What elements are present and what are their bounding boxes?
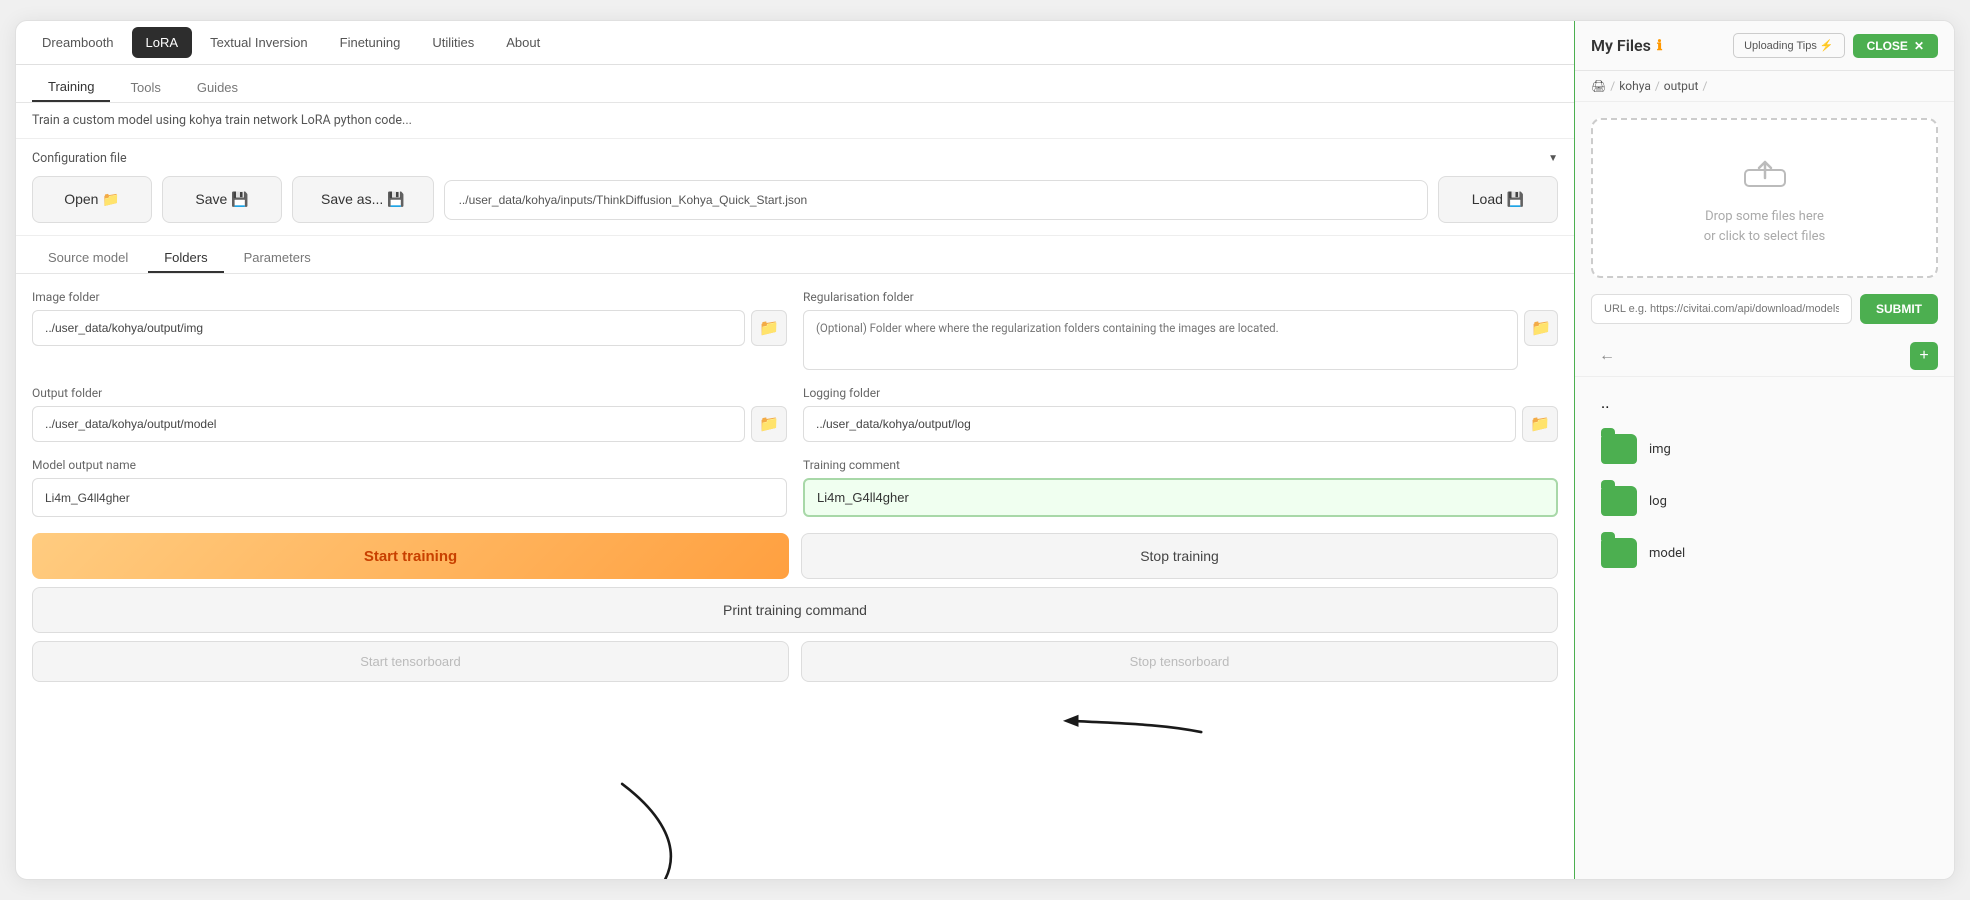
print-command-button[interactable]: Print training command xyxy=(32,587,1558,633)
breadcrumb-output[interactable]: output xyxy=(1664,79,1699,93)
list-item[interactable]: model xyxy=(1591,530,1938,576)
info-icon: ℹ xyxy=(1657,38,1662,54)
open-button[interactable]: Open 📁 xyxy=(32,176,152,223)
save-as-button[interactable]: Save as... 💾 xyxy=(292,176,434,223)
list-item[interactable]: log xyxy=(1591,478,1938,524)
tab-parameters[interactable]: Parameters xyxy=(228,244,327,273)
breadcrumb: 🖨 / kohya / output / xyxy=(1575,71,1954,102)
training-comment-input[interactable] xyxy=(803,478,1558,517)
image-folder-label: Image folder xyxy=(32,290,787,304)
image-folder-item: Image folder 📁 xyxy=(32,290,787,370)
output-folder-input[interactable] xyxy=(32,406,745,442)
new-folder-button[interactable]: + xyxy=(1910,342,1938,370)
folder-icon xyxy=(1601,486,1637,516)
back-button[interactable]: ← xyxy=(1591,343,1623,369)
start-training-button[interactable]: Start training xyxy=(32,533,789,579)
bottom-inputs: Model output name Training comment xyxy=(16,458,1574,533)
training-comment-label: Training comment xyxy=(803,458,1558,472)
action-buttons: Start training Stop training xyxy=(16,533,1574,587)
folder-name-model: model xyxy=(1649,546,1685,561)
image-folder-input[interactable] xyxy=(32,310,745,346)
output-folder-label: Output folder xyxy=(32,386,787,400)
upload-icon xyxy=(1613,150,1916,199)
tab-folders[interactable]: Folders xyxy=(148,244,223,273)
uploading-tips-button[interactable]: Uploading Tips ⚡ xyxy=(1733,33,1845,58)
load-button[interactable]: Load 💾 xyxy=(1438,176,1558,223)
output-folder-item: Output folder 📁 xyxy=(32,386,787,442)
close-button[interactable]: CLOSE ✕ xyxy=(1853,34,1938,58)
model-name-label: Model output name xyxy=(32,458,787,472)
logging-folder-label: Logging folder xyxy=(803,386,1558,400)
image-folder-browse-button[interactable]: 📁 xyxy=(751,310,787,346)
description-text: Train a custom model using kohya train n… xyxy=(16,103,1574,139)
training-comment-item: Training comment xyxy=(803,458,1558,517)
folder-tabs: Source model Folders Parameters xyxy=(16,236,1574,274)
config-path-input[interactable] xyxy=(444,180,1428,220)
folder-grid: Image folder 📁 Regularisation folder 📁 xyxy=(16,274,1574,458)
config-dropdown-arrow[interactable]: ▼ xyxy=(1548,153,1558,164)
folder-name-img: img xyxy=(1649,442,1671,457)
submit-button[interactable]: SUBMIT xyxy=(1860,294,1938,324)
files-title: My Files ℹ xyxy=(1591,36,1662,55)
file-list: .. img log model xyxy=(1575,377,1954,584)
output-folder-browse-button[interactable]: 📁 xyxy=(751,406,787,442)
drop-zone-text: Drop some files here or click to select … xyxy=(1613,207,1916,246)
list-item[interactable]: img xyxy=(1591,426,1938,472)
folder-icon xyxy=(1601,538,1637,568)
folder-name-log: log xyxy=(1649,494,1667,509)
nav-finetuning[interactable]: Finetuning xyxy=(326,27,415,58)
tensorboard-row: Start tensorboard Stop tensorboard xyxy=(16,641,1574,682)
logging-folder-browse-button[interactable]: 📁 xyxy=(1522,406,1558,442)
url-input[interactable] xyxy=(1591,294,1852,324)
stop-training-button[interactable]: Stop training xyxy=(801,533,1558,579)
close-icon: ✕ xyxy=(1914,39,1924,53)
parent-dir-label: .. xyxy=(1601,393,1609,412)
model-name-item: Model output name xyxy=(32,458,787,517)
tab-tools[interactable]: Tools xyxy=(114,73,176,102)
files-header: My Files ℹ Uploading Tips ⚡ CLOSE ✕ xyxy=(1575,21,1954,71)
tab-source-model[interactable]: Source model xyxy=(32,244,144,273)
start-tensorboard-button[interactable]: Start tensorboard xyxy=(32,641,789,682)
files-panel: My Files ℹ Uploading Tips ⚡ CLOSE ✕ 🖨 / … xyxy=(1574,21,1954,879)
logging-folder-input[interactable] xyxy=(803,406,1516,442)
top-nav: Dreambooth LoRA Textual Inversion Finetu… xyxy=(16,21,1574,65)
reg-folder-browse-button[interactable]: 📁 xyxy=(1524,310,1558,346)
folder-icon xyxy=(1601,434,1637,464)
nav-utilities[interactable]: Utilities xyxy=(418,27,488,58)
drop-zone[interactable]: Drop some files here or click to select … xyxy=(1591,118,1938,278)
reg-folder-label: Regularisation folder xyxy=(803,290,1558,304)
breadcrumb-printer-icon: 🖨 xyxy=(1591,79,1606,93)
config-label: Configuration file xyxy=(32,151,127,166)
parent-dir-item[interactable]: .. xyxy=(1591,385,1938,420)
config-section: Configuration file ▼ Open 📁 Save 💾 Save … xyxy=(16,139,1574,236)
model-name-input[interactable] xyxy=(32,478,787,517)
tab-training[interactable]: Training xyxy=(32,73,110,102)
nav-about[interactable]: About xyxy=(492,27,554,58)
reg-folder-item: Regularisation folder 📁 xyxy=(803,290,1558,370)
reg-folder-input[interactable] xyxy=(803,310,1518,370)
tab-guides[interactable]: Guides xyxy=(181,73,254,102)
nav-lora[interactable]: LoRA xyxy=(132,27,193,58)
nav-dreambooth[interactable]: Dreambooth xyxy=(28,27,128,58)
sub-tabs: Training Tools Guides xyxy=(16,65,1574,103)
logging-folder-item: Logging folder 📁 xyxy=(803,386,1558,442)
url-row: SUBMIT xyxy=(1575,294,1954,336)
files-toolbar: ← + xyxy=(1575,336,1954,377)
nav-textual-inversion[interactable]: Textual Inversion xyxy=(196,27,322,58)
stop-tensorboard-button[interactable]: Stop tensorboard xyxy=(801,641,1558,682)
save-button[interactable]: Save 💾 xyxy=(162,176,282,223)
breadcrumb-kohya[interactable]: kohya xyxy=(1619,79,1651,93)
